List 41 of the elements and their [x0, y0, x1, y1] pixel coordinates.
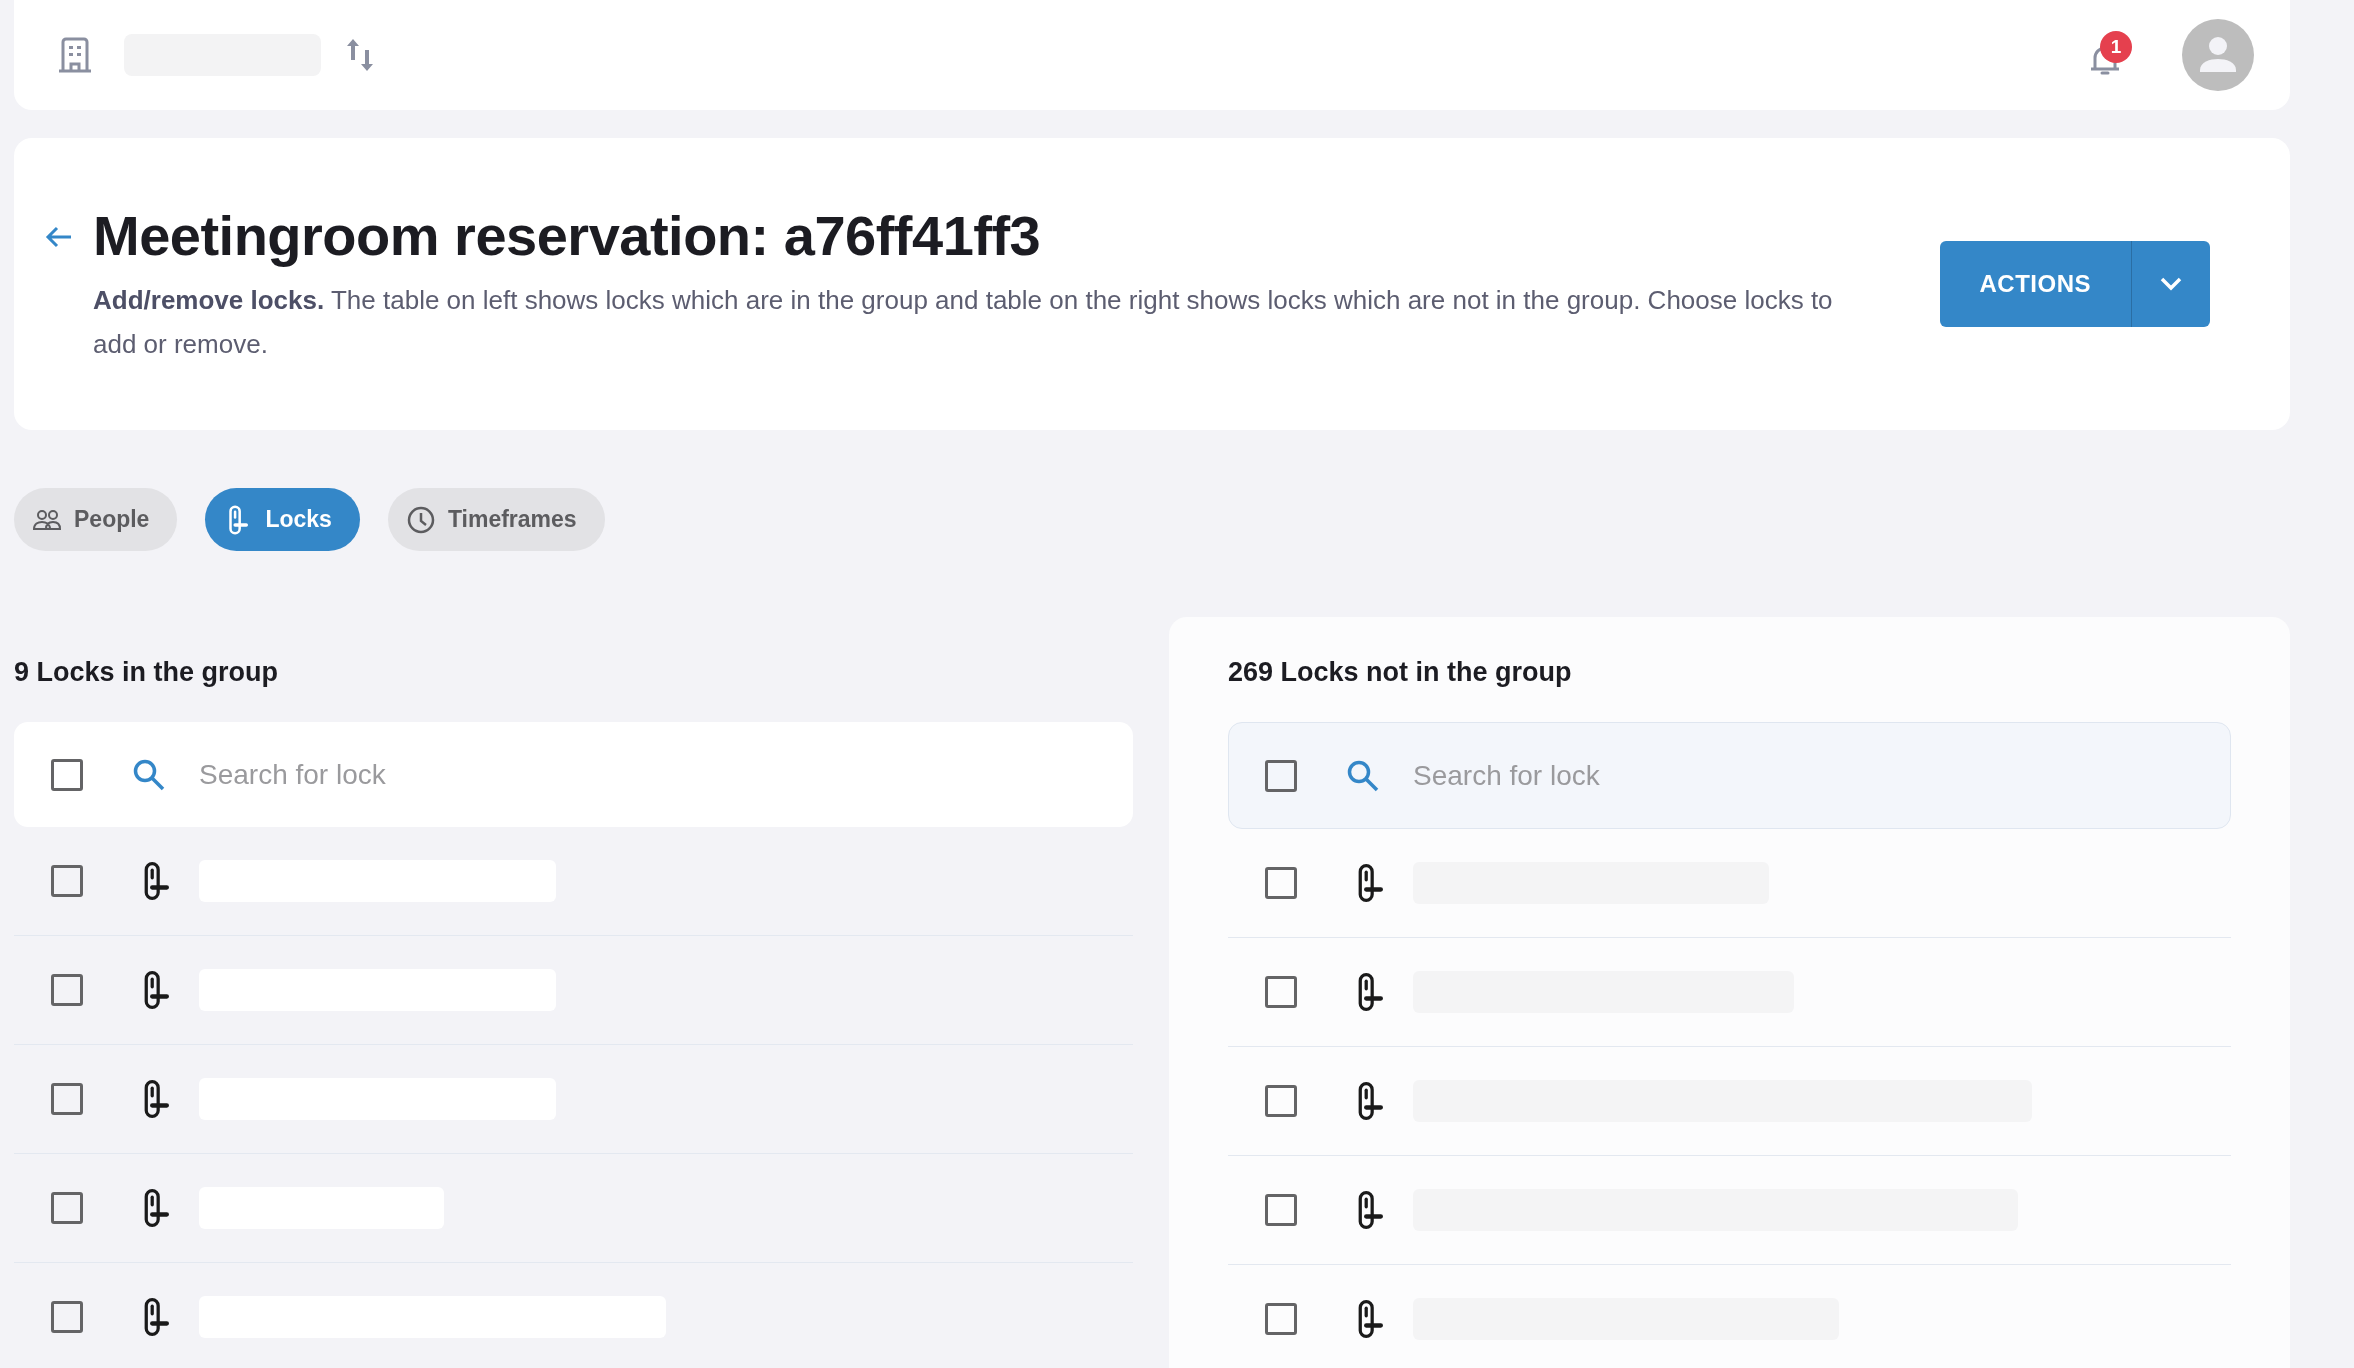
checkbox[interactable] [1265, 1194, 1297, 1226]
lock-icon [143, 1295, 169, 1339]
panel-heading: 269 Locks not in the group [1228, 657, 1573, 689]
page-title: Meetingroom reservation: a76ff41ff3 [93, 202, 1042, 268]
checkbox[interactable] [51, 974, 83, 1006]
checkbox[interactable] [1265, 759, 1297, 792]
checkbox[interactable] [1265, 976, 1297, 1008]
lock-icon [143, 1186, 169, 1230]
lock-icon [1357, 861, 1383, 905]
checkbox[interactable] [51, 1192, 83, 1224]
lock-icon [1357, 1297, 1383, 1341]
search-bar[interactable]: Search for lock [14, 722, 1133, 827]
checkbox[interactable] [1265, 867, 1297, 899]
search-field[interactable]: Search for lock [1411, 758, 2230, 793]
lock-icon [1357, 1079, 1383, 1123]
checkbox[interactable] [51, 865, 83, 897]
tab[interactable]: Locks [205, 488, 360, 551]
search-icon [1346, 758, 1380, 793]
lock-icon [143, 859, 169, 903]
checkbox[interactable] [51, 1301, 83, 1333]
tab[interactable]: People [14, 488, 178, 551]
tab[interactable]: Timeframes [387, 488, 605, 551]
search-icon [132, 757, 166, 792]
lock-icon [1357, 1188, 1383, 1232]
clock-icon [405, 504, 436, 535]
checkbox[interactable] [1265, 1085, 1297, 1117]
checkbox[interactable] [1265, 1303, 1297, 1335]
panel-heading: 9 Locks in the group [14, 657, 280, 689]
checkbox[interactable] [51, 758, 83, 791]
lock-icon [1357, 970, 1383, 1014]
search-field[interactable]: Search for lock [197, 757, 1133, 792]
search-bar[interactable]: Search for lock [1228, 722, 2231, 829]
lock-icon [143, 968, 169, 1012]
building-icon[interactable] [58, 37, 92, 73]
swap-icon[interactable] [347, 39, 373, 71]
notification-badge: 1 [2100, 31, 2132, 63]
caret-icon [2160, 277, 2182, 291]
checkbox[interactable] [51, 1083, 83, 1115]
lock-icon [143, 1077, 169, 1121]
description-text: Add/remove locks. The table on left shows locks which are in the group and table on the right shows locks which are not in the group. Choose locks to add or remove. [93, 283, 1834, 361]
actions-button[interactable]: ACTIONS [1939, 241, 2210, 327]
